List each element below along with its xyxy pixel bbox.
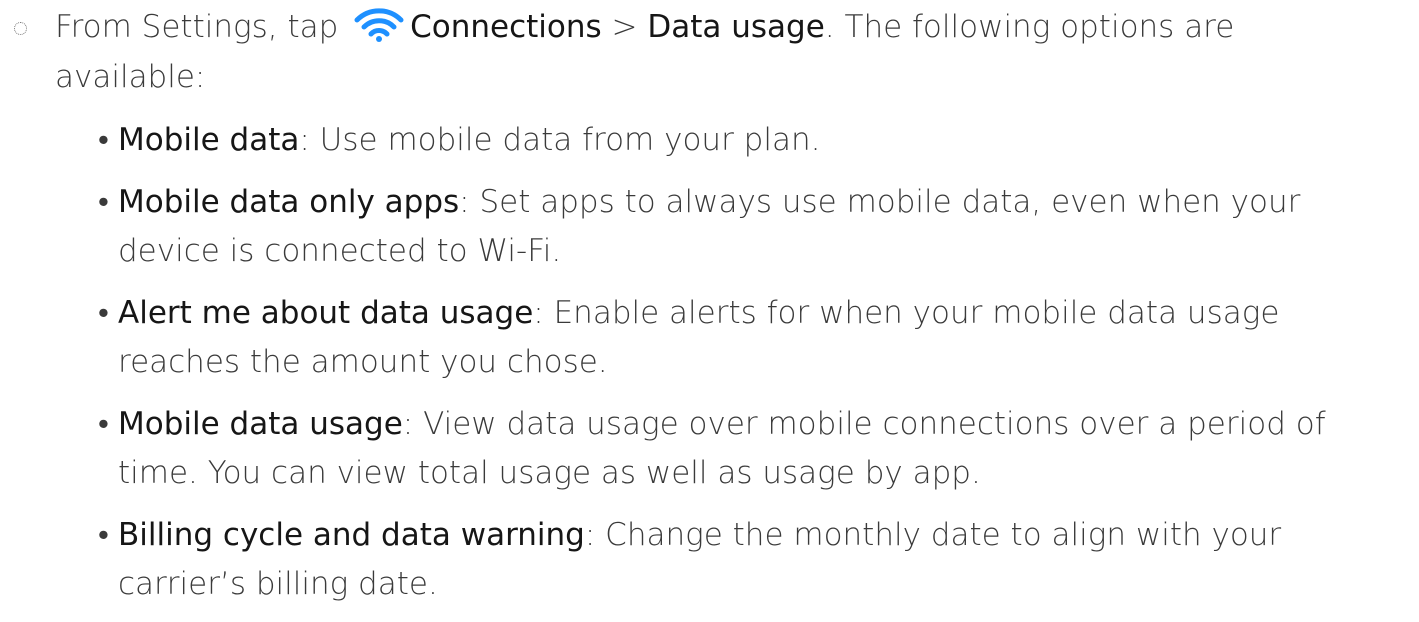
path-separator: > [601,9,648,45]
option-term: Mobile data only apps [118,184,460,220]
path-connections: Connections [410,9,602,45]
option-billing-cycle: • Billing cycle and data warning: Change … [98,511,1348,609]
option-term: Mobile data usage [118,406,403,442]
option-term: Billing cycle and data warning [118,517,585,553]
wifi-icon [354,8,404,42]
bullet: • [98,517,109,553]
option-mobile-data: • Mobile data: Use mobile data from your … [98,116,1348,165]
bullet: • [98,184,109,220]
options-list: • Mobile data: Use mobile data from your … [98,116,1348,622]
bullet: • [98,406,109,442]
step-text: From Settings, tap Connections > Data us… [55,2,1355,102]
step-prefix: From Settings, tap [55,9,349,45]
option-term: Mobile data [118,122,300,158]
option-mobile-data-only-apps: • Mobile data only apps: Set apps to alwa… [98,178,1348,276]
step-marker-icon [14,22,27,35]
option-description: : Use mobile data from your plan. [299,122,821,158]
option-mobile-data-usage: • Mobile data usage: View data usage over… [98,400,1348,498]
bullet: • [98,122,109,158]
path-data-usage: Data usage [647,9,825,45]
option-term: Alert me about data usage [118,295,534,331]
option-alert-data-usage: • Alert me about data usage: Enable alert… [98,289,1348,387]
bullet: • [98,295,109,331]
